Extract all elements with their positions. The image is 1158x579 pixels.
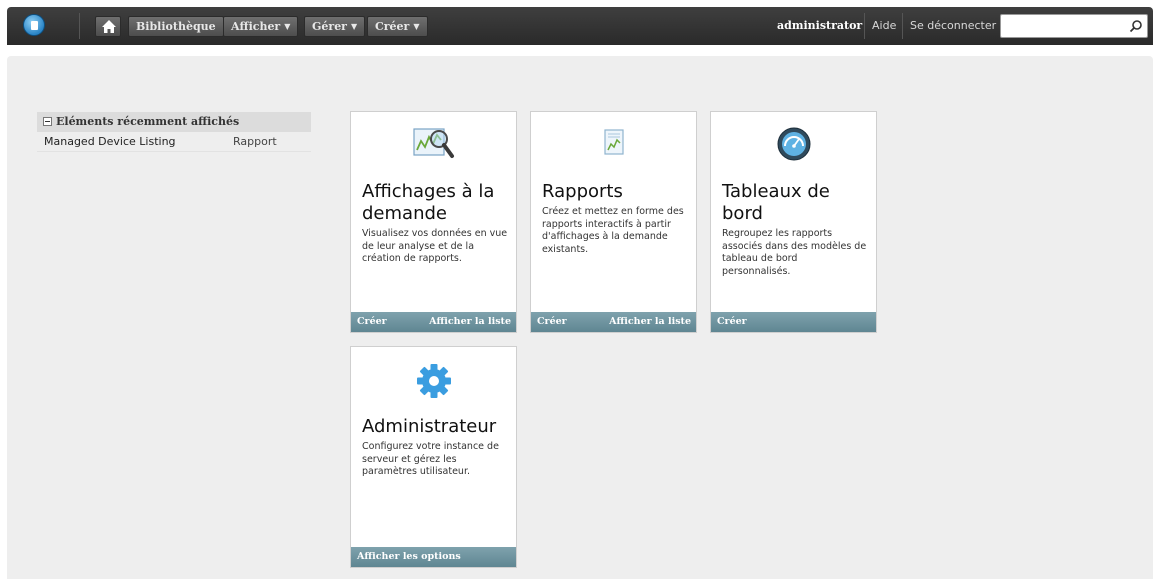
- card-description: Créez et mettez en forme des rapports in…: [542, 206, 684, 255]
- recent-items-header[interactable]: Eléments récemment affichés: [37, 112, 311, 132]
- card-description: Visualisez vos données en vue de leur an…: [362, 228, 508, 264]
- report-icon: [531, 126, 696, 166]
- create-report-link[interactable]: Créer: [537, 312, 567, 332]
- list-item[interactable]: Managed Device Listing Rapport: [37, 132, 311, 152]
- library-button[interactable]: Bibliothèque: [128, 16, 224, 37]
- recent-item-name[interactable]: Managed Device Listing: [44, 132, 176, 152]
- view-menu[interactable]: Afficher ▼: [223, 16, 299, 37]
- chevron-down-icon: ▼: [350, 21, 358, 31]
- recent-items-title: Eléments récemment affichés: [56, 115, 240, 128]
- search-box: [1000, 14, 1148, 38]
- main-panel: Eléments récemment affichés Managed Devi…: [7, 56, 1153, 579]
- divider: [902, 13, 903, 39]
- divider: [864, 13, 865, 39]
- help-link[interactable]: Aide: [872, 7, 896, 45]
- card-title: Affichages à la demande: [362, 181, 495, 224]
- gear-icon: [351, 361, 516, 401]
- home-icon: [102, 20, 116, 33]
- collapse-icon[interactable]: [43, 117, 52, 126]
- chevron-down-icon: ▼: [284, 21, 291, 31]
- create-dashboard-link[interactable]: Créer: [717, 312, 747, 332]
- logout-link[interactable]: Se déconnecter: [910, 7, 996, 45]
- card-description: Regroupez les rapports associés dans des…: [722, 228, 867, 277]
- card-footer: Créer Afficher la liste: [351, 312, 516, 332]
- list-reports-link[interactable]: Afficher la liste: [609, 312, 691, 332]
- search-icon[interactable]: [1129, 19, 1143, 33]
- show-options-link[interactable]: Afficher les options: [357, 547, 461, 567]
- list-adhoc-link[interactable]: Afficher la liste: [429, 312, 511, 332]
- dashboard-gauge-icon: [711, 126, 876, 166]
- recent-items-panel: Eléments récemment affichés Managed Devi…: [37, 112, 311, 152]
- card-footer: Créer: [711, 312, 876, 332]
- recent-item-type: Rapport: [233, 135, 277, 148]
- create-adhoc-link[interactable]: Créer: [357, 312, 387, 332]
- top-navigation-bar: Bibliothèque Afficher ▼ Gérer ▼ Créer ▼ adm…: [7, 7, 1153, 45]
- adhoc-view-icon: [351, 126, 516, 166]
- card-title: Rapports: [542, 181, 623, 202]
- card-footer: Créer Afficher la liste: [531, 312, 696, 332]
- app-logo-icon[interactable]: [23, 14, 45, 36]
- chevron-down-icon: ▼: [413, 21, 420, 31]
- search-input[interactable]: [1005, 18, 1123, 34]
- user-name: administrator: [777, 19, 863, 32]
- card-adhoc-views: Affichages à la demande Visualisez vos d…: [350, 111, 517, 333]
- card-title: Administrateur: [362, 416, 497, 437]
- card-reports: Rapports Créez et mettez en forme des ra…: [530, 111, 697, 333]
- divider: [79, 13, 80, 39]
- home-button[interactable]: [95, 16, 121, 37]
- card-description: Configurez votre instance de serveur et …: [362, 441, 499, 477]
- card-footer: Afficher les options: [351, 547, 516, 567]
- card-title: Tableaux de bord: [722, 181, 830, 224]
- manage-menu[interactable]: Gérer ▼: [304, 16, 366, 37]
- create-menu[interactable]: Créer ▼: [367, 16, 428, 37]
- card-dashboards: Tableaux de bord Regroupez les rapports …: [710, 111, 877, 333]
- card-administrator: Administrateur Configurez votre instance…: [350, 346, 517, 568]
